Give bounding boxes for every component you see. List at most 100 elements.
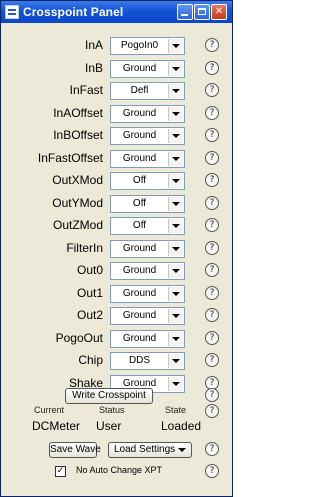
- select-outzmod[interactable]: Off: [110, 217, 185, 235]
- chevron-down-icon[interactable]: [168, 309, 183, 323]
- select-value: Ground: [122, 310, 157, 321]
- label-inboffset: InBOffset: [53, 128, 103, 142]
- help-icon[interactable]: ?: [205, 308, 219, 322]
- select-value: Ground: [122, 243, 157, 254]
- chevron-down-icon[interactable]: [168, 107, 183, 121]
- help-icon[interactable]: ?: [205, 151, 219, 165]
- select-value: DDS: [128, 355, 151, 366]
- label-outzmod: OutZMod: [52, 218, 103, 232]
- select-value: Ground: [122, 108, 157, 119]
- select-out0[interactable]: Ground: [110, 262, 185, 280]
- chevron-down-icon[interactable]: [168, 264, 183, 278]
- label-ina: InA: [84, 38, 103, 52]
- write-crosspoint-button[interactable]: Write Crosspoint: [65, 388, 153, 404]
- select-ina[interactable]: PogoIn0: [110, 37, 185, 55]
- chevron-down-icon[interactable]: [168, 152, 183, 166]
- select-infastoffset[interactable]: Ground: [110, 150, 185, 168]
- current-header: Current: [34, 405, 65, 415]
- help-icon[interactable]: ?: [205, 263, 219, 277]
- select-value: Ground: [122, 265, 157, 276]
- chevron-down-icon[interactable]: [168, 84, 183, 98]
- label-inaoffset: InAOffset: [53, 106, 103, 120]
- select-inaoffset[interactable]: Ground: [110, 105, 185, 123]
- chevron-down-icon: [178, 448, 186, 452]
- chevron-down-icon[interactable]: [168, 39, 183, 53]
- select-value: Ground: [122, 288, 157, 299]
- select-out2[interactable]: Ground: [110, 307, 185, 325]
- help-icon[interactable]: ?: [205, 83, 219, 97]
- select-value: Off: [132, 198, 147, 209]
- status-header: Status: [99, 405, 125, 415]
- app-icon: [5, 5, 19, 19]
- help-icon[interactable]: ?: [205, 173, 219, 187]
- label-infast: InFast: [69, 83, 103, 97]
- select-out1[interactable]: Ground: [110, 285, 185, 303]
- label-infastoffset: InFastOffset: [37, 151, 103, 165]
- label-out0: Out0: [76, 263, 103, 277]
- select-chip[interactable]: DDS: [110, 352, 185, 370]
- select-value: Off: [132, 220, 147, 231]
- state-value: Loaded: [161, 419, 202, 433]
- help-icon[interactable]: ?: [205, 196, 219, 210]
- help-icon[interactable]: ?: [205, 106, 219, 120]
- help-icon[interactable]: ?: [205, 286, 219, 300]
- chevron-down-icon[interactable]: [168, 377, 183, 391]
- label-inb: InB: [84, 61, 103, 75]
- save-wave-button[interactable]: Save Wave: [49, 442, 101, 458]
- label-filterin: FilterIn: [66, 241, 103, 255]
- select-value: Defl: [130, 85, 149, 96]
- label-out1: Out1: [76, 286, 103, 300]
- label-out2: Out2: [76, 308, 103, 322]
- help-icon[interactable]: ?: [205, 218, 219, 232]
- select-value: Ground: [122, 333, 157, 344]
- select-inb[interactable]: Ground: [110, 60, 185, 78]
- label-outxmod: OutXMod: [52, 173, 103, 187]
- chevron-down-icon[interactable]: [168, 129, 183, 143]
- chevron-down-icon[interactable]: [168, 242, 183, 256]
- status-value: User: [96, 419, 122, 433]
- select-value: Ground: [122, 63, 157, 74]
- chevron-down-icon[interactable]: [168, 174, 183, 188]
- chevron-down-icon[interactable]: [168, 354, 183, 368]
- select-value: Off: [132, 175, 147, 186]
- title-bar[interactable]: Crosspoint Panel ✕: [1, 1, 232, 23]
- chevron-down-icon[interactable]: [168, 62, 183, 76]
- help-icon[interactable]: ?: [205, 388, 219, 402]
- select-value: Ground: [122, 130, 157, 141]
- chevron-down-icon[interactable]: [168, 332, 183, 346]
- no-auto-change-checkbox[interactable]: ✓: [55, 466, 66, 477]
- load-settings-label: Load Settings: [114, 444, 176, 455]
- help-icon[interactable]: ?: [205, 464, 219, 478]
- crosspoint-panel-window: Crosspoint Panel ✕ InA PogoIn0? InB Ground?…: [0, 0, 233, 497]
- current-value: DCMeter: [32, 419, 81, 433]
- no-auto-change-label: No Auto Change XPT: [76, 465, 163, 475]
- chevron-down-icon[interactable]: [168, 287, 183, 301]
- help-icon[interactable]: ?: [205, 404, 219, 418]
- state-header: State: [165, 405, 187, 415]
- close-icon[interactable]: ✕: [211, 4, 227, 20]
- maximize-icon[interactable]: [194, 4, 210, 20]
- select-filterin[interactable]: Ground: [110, 240, 185, 258]
- label-outymod: OutYMod: [52, 196, 103, 210]
- select-pogoout[interactable]: Ground: [110, 330, 185, 348]
- help-icon[interactable]: ?: [205, 331, 219, 345]
- load-settings-dropdown[interactable]: Load Settings: [108, 442, 192, 458]
- select-value: PogoIn0: [120, 40, 159, 51]
- select-outymod[interactable]: Off: [110, 195, 185, 213]
- select-infast[interactable]: Defl: [110, 82, 185, 100]
- help-icon[interactable]: ?: [205, 61, 219, 75]
- label-chip: Chip: [78, 353, 103, 367]
- chevron-down-icon[interactable]: [168, 197, 183, 211]
- help-icon[interactable]: ?: [205, 241, 219, 255]
- help-icon[interactable]: ?: [205, 128, 219, 142]
- help-icon[interactable]: ?: [205, 38, 219, 52]
- minimize-icon[interactable]: [177, 4, 193, 20]
- select-inboffset[interactable]: Ground: [110, 127, 185, 145]
- help-icon[interactable]: ?: [205, 353, 219, 367]
- help-icon[interactable]: ?: [205, 442, 219, 456]
- chevron-down-icon[interactable]: [168, 219, 183, 233]
- select-outxmod[interactable]: Off: [110, 172, 185, 190]
- window-title: Crosspoint Panel: [23, 5, 124, 19]
- label-pogoout: PogoOut: [55, 331, 103, 345]
- select-value: Ground: [122, 153, 157, 164]
